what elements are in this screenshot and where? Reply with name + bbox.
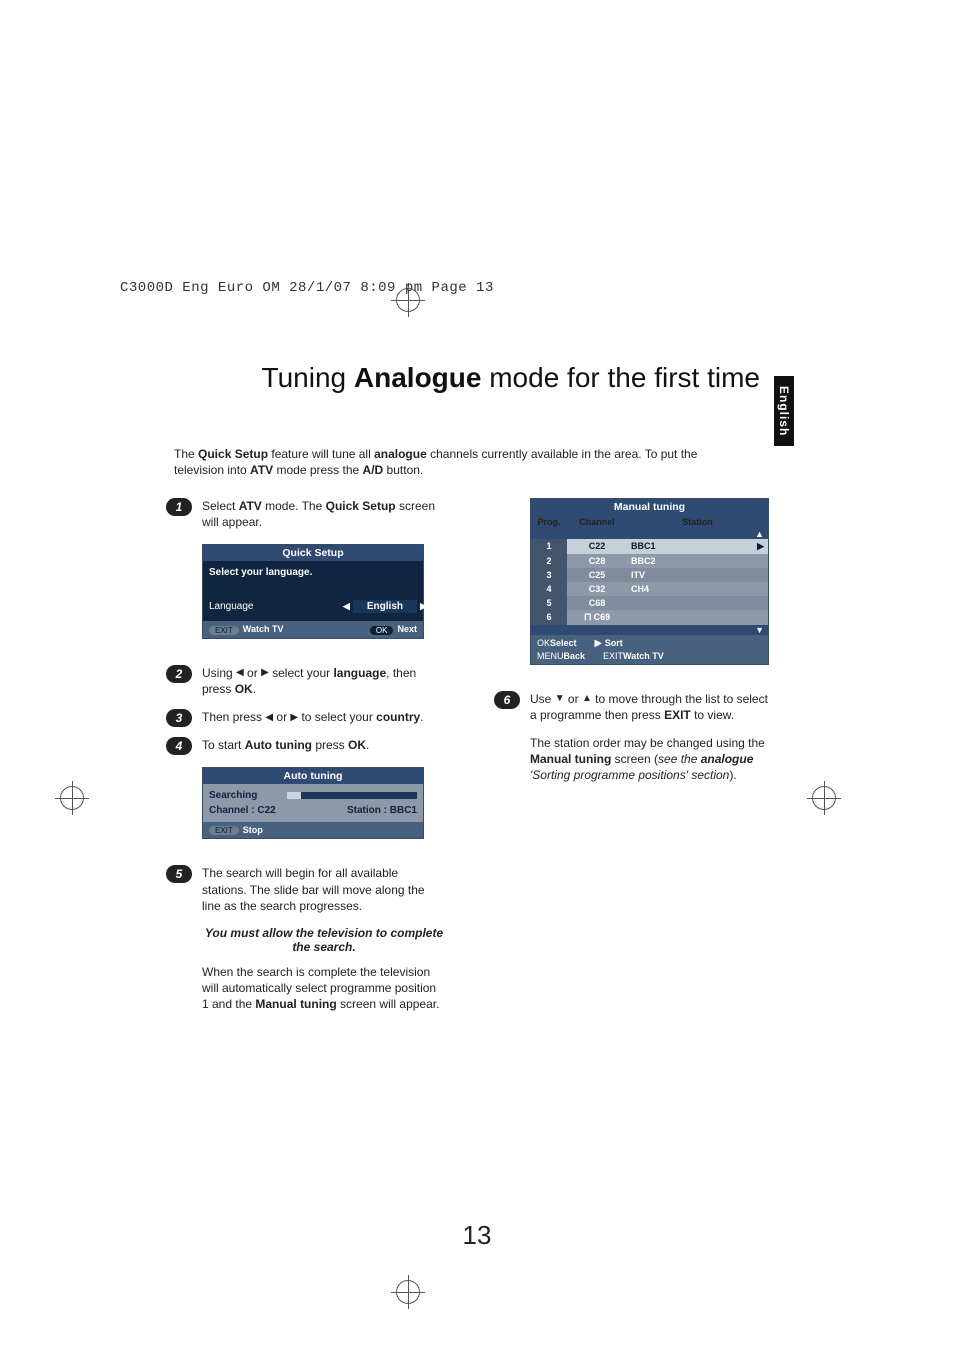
menu-pill: MENU (537, 651, 564, 661)
table-row: 2C28BBC2 (531, 554, 768, 568)
registration-mark-right (812, 786, 836, 810)
osd-mt-title: Manual tuning (531, 499, 768, 515)
exit-pill: EXIT (209, 626, 239, 635)
table-row: 1C22BBC1▶ (531, 539, 768, 554)
up-arrow-icon: ▲ (582, 694, 592, 704)
magnet-icon: ⊓ (584, 612, 592, 623)
down-arrow-icon: ▼ (755, 625, 764, 635)
title-post: mode for the first time (481, 362, 760, 393)
print-header: C3000D Eng Euro OM 28/1/07 8:09 pm Page … (120, 280, 494, 296)
step-number-6: 6 (494, 691, 520, 709)
exit-pill: EXIT (209, 826, 239, 835)
step-number-5: 5 (166, 865, 192, 883)
table-row: 3C25ITV (531, 568, 768, 582)
page-title: Tuning Analogue mode for the first time (170, 362, 760, 394)
step-number-2: 2 (166, 665, 192, 683)
step-1: 1 Select ATV mode. The Quick Setup scree… (166, 498, 446, 639)
osd-quick-setup: Quick Setup Select your language. Langua… (202, 544, 424, 638)
step5-p2: When the search is complete the televisi… (202, 964, 446, 1013)
step-number-1: 1 (166, 498, 192, 516)
mt-head-station: Station (627, 515, 768, 529)
mt-head-prog: Prog. (531, 515, 567, 529)
right-arrow-icon: ▶ (757, 541, 764, 552)
registration-mark-bottom (396, 1280, 420, 1304)
osd-qs-lang-value: ◀ English ▶ (353, 600, 417, 613)
right-arrow-icon: ▶ (420, 602, 427, 611)
ok-pill: OK (370, 626, 394, 635)
step-4: 4 To start Auto tuning press OK. Auto tu… (166, 737, 446, 839)
table-row: 4C32CH4 (531, 582, 768, 596)
ok-pill: OK (537, 638, 550, 648)
osd-qs-prompt: Select your language. (209, 567, 417, 578)
step-number-4: 4 (166, 737, 192, 755)
intro-paragraph: The Quick Setup feature will tune all an… (174, 446, 714, 478)
page-number: 13 (0, 1220, 954, 1251)
osd-qs-title: Quick Setup (203, 545, 423, 561)
up-arrow-icon: ▲ (755, 529, 764, 539)
title-bold: Analogue (354, 362, 482, 393)
mt-head-channel: Channel (567, 515, 627, 529)
language-tab: English (774, 376, 794, 446)
osd-auto-searching: Searching (209, 790, 257, 801)
left-arrow-icon: ◀ (343, 602, 350, 611)
step-5: 5 The search will begin for all availabl… (166, 865, 446, 1012)
osd-auto-tuning: Auto tuning Searching Channel : C22 Stat… (202, 767, 424, 839)
table-row: 5C68 (531, 596, 768, 610)
registration-mark-left (60, 786, 84, 810)
osd-qs-lang-label: Language (209, 601, 254, 612)
step-3: 3 Then press ◀ or ▶ to select your count… (166, 709, 446, 725)
right-arrow-icon: ▶ (595, 639, 603, 649)
step5-note: You must allow the television to complet… (202, 926, 446, 954)
step5-p1: The search will begin for all available … (202, 865, 446, 914)
exit-pill: EXIT (603, 651, 623, 661)
table-row: 6⊓C69 (531, 610, 768, 625)
osd-manual-tuning: Manual tuning Prog. Channel Station ▲ 1C… (530, 498, 769, 665)
left-arrow-icon: ◀ (236, 668, 244, 678)
osd-auto-title: Auto tuning (203, 768, 423, 784)
right-arrow-icon: ▶ (261, 668, 269, 678)
title-pre: Tuning (262, 362, 354, 393)
down-arrow-icon: ▼ (555, 694, 565, 704)
progress-bar (287, 792, 417, 799)
right-arrow-icon: ▶ (290, 713, 298, 723)
step-6: 6 Use ▼ or ▲ to move through the list to… (494, 691, 769, 784)
left-arrow-icon: ◀ (265, 713, 273, 723)
step-2: 2 Using ◀ or ▶ select your language, the… (166, 665, 446, 697)
step-number-3: 3 (166, 709, 192, 727)
